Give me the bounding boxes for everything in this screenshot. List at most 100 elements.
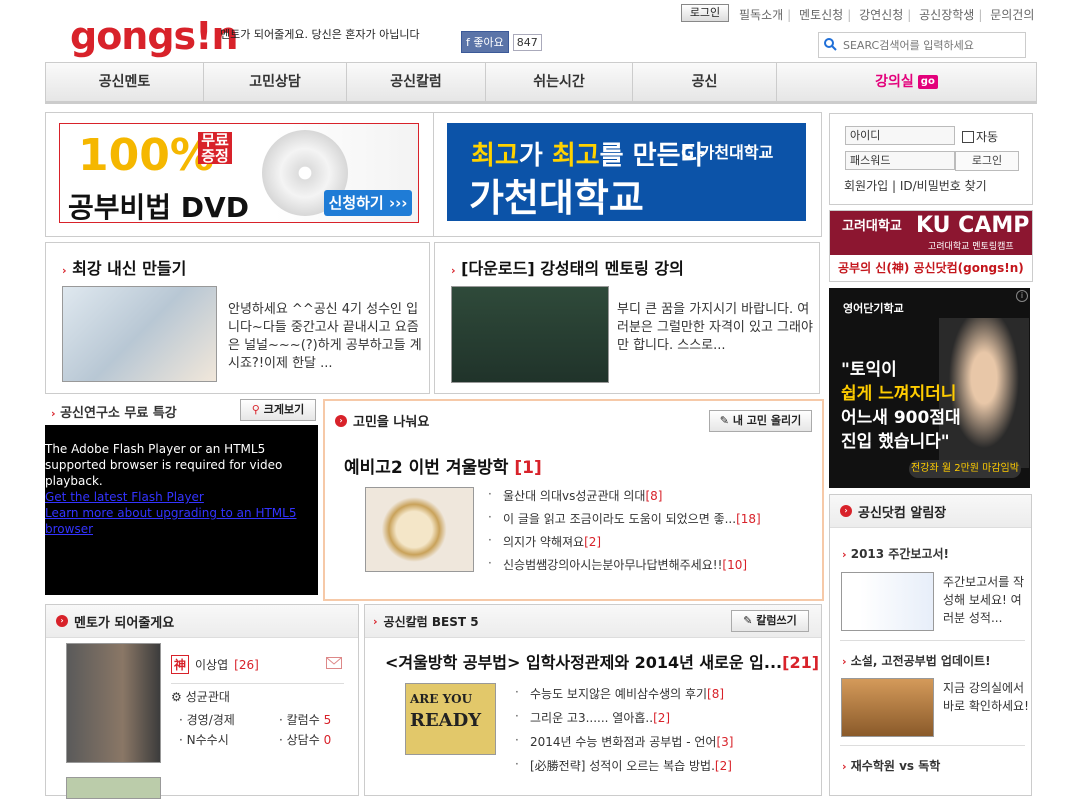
ku-camp-caption: 공부의 신(神) 공신닷컴(gongs!n) <box>838 261 1024 275</box>
study-card-image[interactable] <box>62 286 217 382</box>
mentor-name: 이상엽 <box>195 658 229 672</box>
mentor-columns: · 칼럼수 5 <box>279 713 332 727</box>
english-ad-quote: "토익이 쉽게 느껴지더니 어느새 900점대 진입 했습니다" <box>841 360 961 452</box>
nav-break[interactable]: 쉬는시간 <box>486 63 633 101</box>
login-pw-field[interactable]: 패스워드 <box>845 151 955 170</box>
gachon-logo: G 가천대학교 <box>681 143 774 162</box>
dvd-banner[interactable]: 100% 무료증정 공부비법 DVD 신청하기 ››› <box>59 123 419 223</box>
mentor-type: · N수수시 <box>179 733 229 747</box>
column-headline[interactable]: <겨울방학 공부법> 입학사정관제와 2014년 새로운 입...[21] <box>385 649 819 673</box>
bullet-icon: › <box>56 615 68 627</box>
mentor-section: › 멘토가 되어줄게요 神 이상엽 [26] ⚙ 성균관대 · 경영/경제 · 칼럼… <box>45 604 359 799</box>
site-logo[interactable]: gongs!n <box>70 14 239 58</box>
worry-list-item[interactable]: 이 글을 읽고 조금이라도 도움이 되었으면 좋...[18] <box>488 510 761 527</box>
mail-icon[interactable] <box>326 657 342 672</box>
auto-login-label: 자동 <box>976 130 999 144</box>
column-section: › 공신칼럼 BEST 5 ✎ 칼럼쓰기 <겨울방학 공부법> 입학사정관제와 2… <box>364 604 822 796</box>
dvd-banner-percent: 100% <box>78 130 214 181</box>
top-link-scholarship[interactable]: 공신장학생 <box>919 8 974 22</box>
column-list-item[interactable]: 수능도 보지않은 예비삼수생의 후기[8] <box>515 685 733 702</box>
facebook-like[interactable]: f 좋아요 847 <box>461 31 542 53</box>
lecture-card-image[interactable] <box>451 286 609 383</box>
write-column-button[interactable]: ✎ 칼럼쓰기 <box>731 610 809 632</box>
zoom-button[interactable]: ⚲ 크게보기 <box>240 399 316 421</box>
nav-mentor[interactable]: 공신멘토 <box>46 63 204 101</box>
notice-item-2-title[interactable]: › 소설, 고전공부법 업데이트! <box>842 652 991 669</box>
ku-camp-subtitle: 고려대학교 멘토링캠프 <box>928 242 1014 252</box>
top-link-mentor-apply[interactable]: 멘토신청 <box>799 8 843 22</box>
ad-info-icon[interactable]: i <box>1016 290 1028 302</box>
bullet-icon: › <box>840 505 852 517</box>
pencil-icon: ✎ <box>719 414 729 427</box>
facebook-like-button[interactable]: f 좋아요 <box>461 31 509 53</box>
nav-column[interactable]: 공신칼럼 <box>347 63 486 101</box>
dvd-banner-free: 무료증정 <box>198 132 232 164</box>
lecture-card-text: 부디 큰 꿈을 가지시기 바랍니다. 여러분은 그럴만한 자격이 있고 그래야만… <box>617 302 813 353</box>
alarm-clock-image[interactable] <box>365 487 474 572</box>
worry-section: ›고민을 나눠요 ✎ 내 고민 올리기 예비고2 이번 겨울방학 [1] 울산대… <box>323 399 824 601</box>
pencil-icon: ✎ <box>743 614 753 627</box>
worry-headline[interactable]: 예비고2 이번 겨울방학 [1] <box>344 453 542 478</box>
top-link-inquiry[interactable]: 문의건의 <box>990 8 1034 22</box>
flash-player-link[interactable]: Get the latest Flash Player <box>45 490 204 504</box>
english-ad-cta[interactable]: 전강좌 월 2만원 마감임박 <box>909 460 1021 478</box>
are-you-ready-image[interactable]: ARE YOU READY <box>405 683 496 755</box>
login-id-field[interactable]: 아이디 <box>845 126 955 145</box>
novel-thumbnail[interactable] <box>841 678 934 737</box>
dvd-apply-button[interactable]: 신청하기 ››› <box>324 190 412 216</box>
facebook-icon: f <box>466 36 470 49</box>
auto-login[interactable]: 자동 <box>962 128 998 145</box>
search-input[interactable] <box>841 37 1020 53</box>
worry-header: › 고민을 나눠요 <box>335 411 429 430</box>
main-nav: 공신멘토 고민상담 공신칼럼 쉬는시간 공신 강의실 go <box>45 62 1037 104</box>
gachon-banner[interactable]: 최고가 최고를 만든다 가천대학교 G 가천대학교 <box>447 123 806 221</box>
ku-camp-title: KU CAMP <box>916 213 1030 238</box>
video-title: › 공신연구소 무료 특강 <box>51 406 177 421</box>
notice-item-2-text: 지금 강의실에서 바로 확인하세요! <box>943 681 1029 713</box>
notice-item-3-title[interactable]: › 재수학원 vs 독학 <box>842 757 940 774</box>
nav-classroom[interactable]: 강의실 go <box>777 63 1036 101</box>
find-account-link[interactable]: ID/비밀번호 찾기 <box>900 179 987 193</box>
mentor-major: · 경영/경제 <box>179 713 235 727</box>
top-login-button[interactable]: 로그인 <box>681 4 729 22</box>
signup-link[interactable]: 회원가입 <box>844 179 888 193</box>
top-link-lecture-apply[interactable]: 강연신청 <box>859 8 903 22</box>
auto-login-checkbox[interactable] <box>962 130 974 143</box>
dvd-banner-title: 공부비법 DVD <box>68 191 249 223</box>
mentor-count: [26] <box>234 657 259 672</box>
worry-list-item[interactable]: 울산대 의대vs성균관대 의대[8] <box>488 487 761 504</box>
worry-list-item[interactable]: 신승범쌤강의아시는분아무나답변해주세요!![10] <box>488 556 761 573</box>
english-school-ad[interactable]: 영어단기학교 "토익이 쉽게 느껴지더니 어느새 900점대 진입 했습니다" … <box>829 288 1030 488</box>
go-badge: go <box>917 75 938 89</box>
study-card-title[interactable]: › 최강 내신 만들기 <box>62 255 186 279</box>
nav-consult[interactable]: 고민상담 <box>204 63 347 101</box>
column-list-item[interactable]: [必勝전략] 성적이 오르는 복습 방법.[2] <box>515 757 733 774</box>
nav-gongsin[interactable]: 공신 <box>633 63 777 101</box>
report-chart-thumbnail[interactable] <box>841 572 934 631</box>
worry-list-item[interactable]: 의지가 약해져요[2] <box>488 533 761 550</box>
gachon-name: 가천대학교 <box>469 176 644 220</box>
mentor-title: 멘토가 되어줄게요 <box>74 615 175 631</box>
search-box <box>818 32 1026 58</box>
mentor-photo-next[interactable] <box>66 777 161 799</box>
column-list-item[interactable]: 2014년 수능 변화점과 공부법 - 언어[3] <box>515 733 733 750</box>
nav-classroom-label: 강의실 <box>875 74 914 90</box>
lecture-card-title[interactable]: › [다운로드] 강성태의 멘토링 강의 <box>451 255 684 279</box>
site-tagline: 멘토가 되어줄게요. 당신은 혼자가 아닙니다 <box>220 28 420 41</box>
video-player[interactable]: The Adobe Flash Player or an HTML5 suppo… <box>45 425 318 595</box>
mentor-name-row[interactable]: 神 이상엽 [26] <box>171 655 259 674</box>
study-card: › 최강 내신 만들기 안녕하세요 ^^공신 4기 성수인 입니다~다들 중간고… <box>45 242 430 394</box>
mentor-school: ⚙ 성균관대 <box>171 689 230 705</box>
notice-item-1-text: 주간보고서를 작성해 보세요! 여러분 성적... <box>943 575 1025 625</box>
video-message: The Adobe Flash Player or an HTML5 suppo… <box>45 442 283 488</box>
search-icon[interactable] <box>819 37 841 54</box>
ku-camp-ad[interactable]: 고려대학교 KU CAMP 고려대학교 멘토링캠프 공부의 신(神) 공신닷컴(… <box>829 210 1033 282</box>
column-list-item[interactable]: 그리운 고3...... 열아홉..[2] <box>515 709 733 726</box>
login-button[interactable]: 로그인 <box>955 151 1019 171</box>
top-link-intro[interactable]: 필독소개 <box>739 8 783 22</box>
mentor-photo[interactable] <box>66 643 161 763</box>
html5-upgrade-link[interactable]: Learn more about upgrading to an HTML5 b… <box>45 506 296 536</box>
notice-item-1-title[interactable]: › 2013 주간보고서! <box>842 545 949 562</box>
post-worry-button[interactable]: ✎ 내 고민 올리기 <box>709 410 812 432</box>
school-emblem-icon: ⚙ <box>171 689 182 704</box>
